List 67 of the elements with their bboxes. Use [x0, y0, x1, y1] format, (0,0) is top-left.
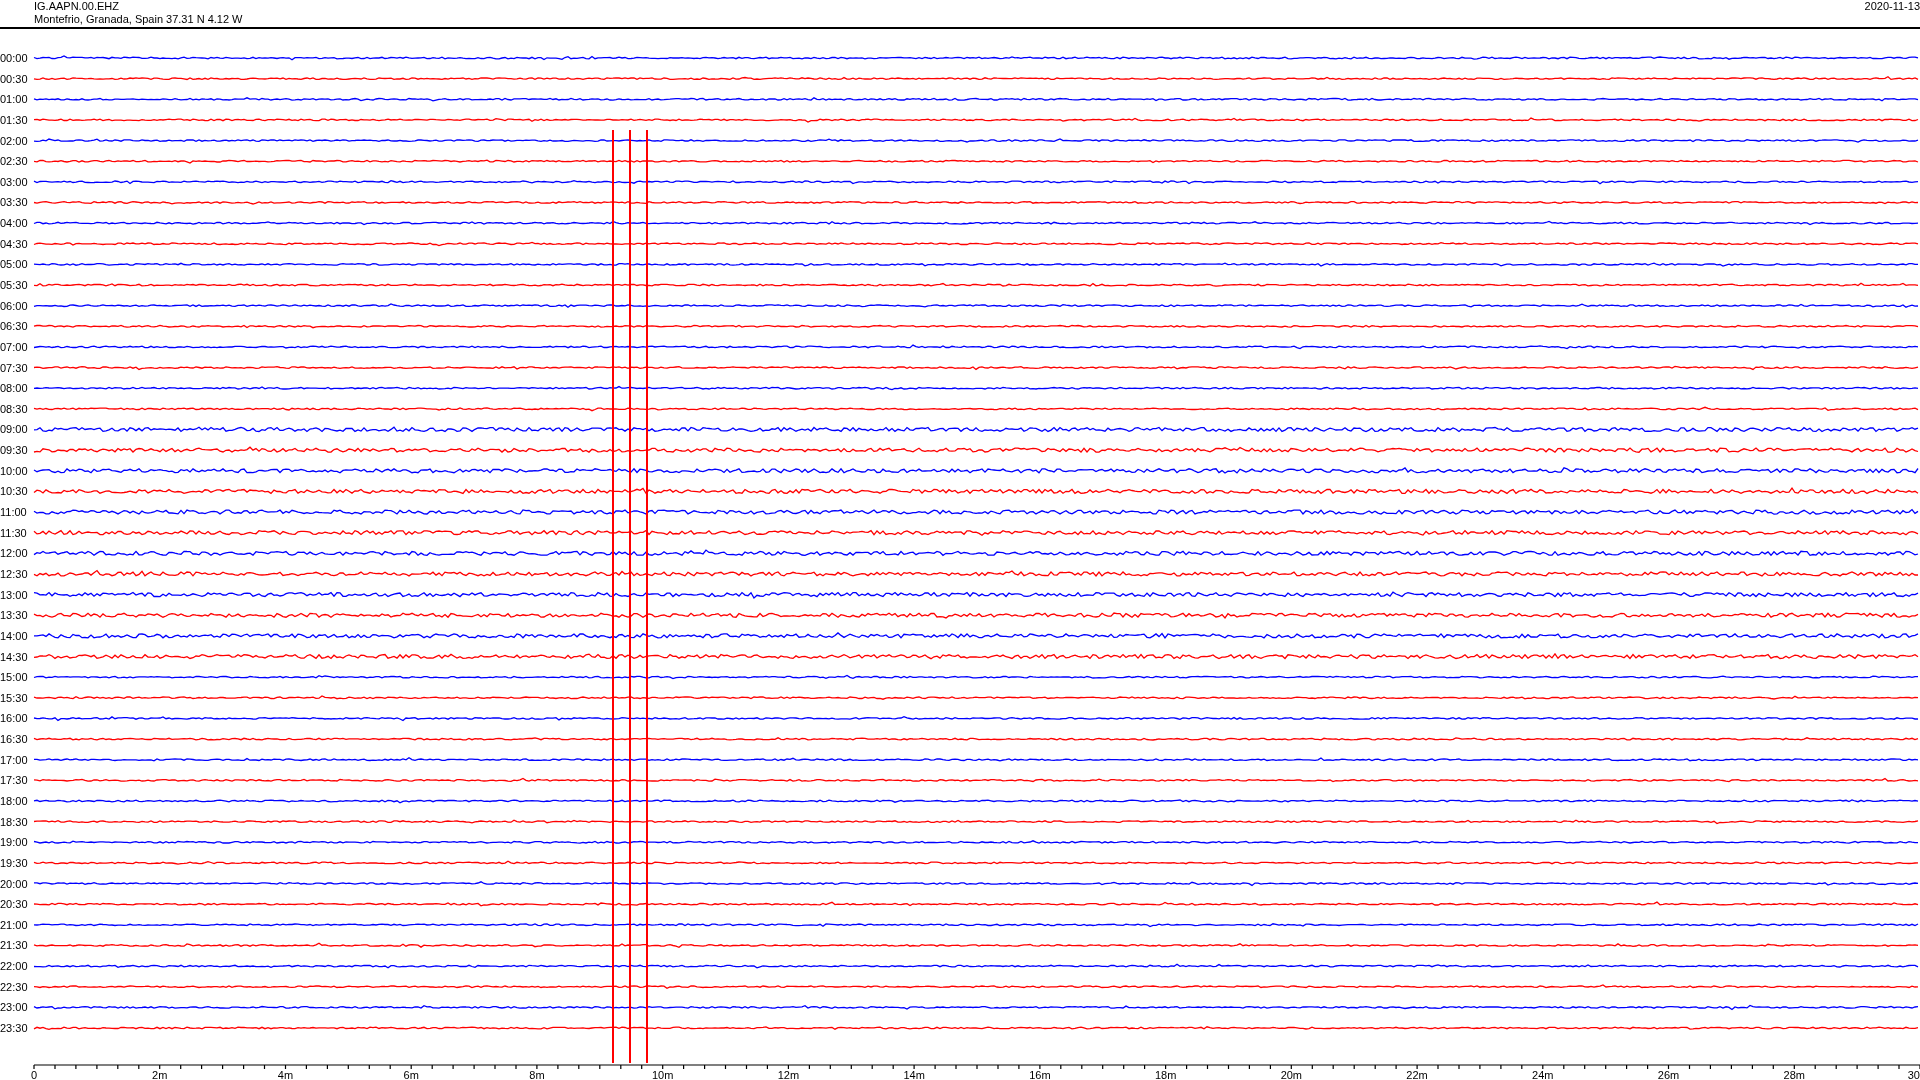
time-label: 02:00: [0, 134, 28, 147]
time-label: 11:30: [0, 526, 27, 539]
time-label: 12:00: [0, 547, 28, 560]
time-label: 14:30: [0, 650, 28, 663]
tick-label: 28m: [1783, 1069, 1805, 1080]
time-label: 07:30: [0, 361, 28, 374]
time-label: 17:00: [0, 753, 28, 766]
time-label: 15:00: [0, 671, 28, 684]
time-label: 20:00: [0, 877, 28, 890]
time-label: 01:00: [0, 93, 28, 106]
time-label: 00:00: [0, 52, 28, 64]
time-label: 18:30: [0, 815, 28, 828]
tick-label: 6m: [403, 1069, 419, 1080]
time-label: 10:30: [0, 485, 28, 498]
time-label: 22:30: [0, 980, 28, 993]
time-label: 01:30: [0, 113, 28, 126]
time-label: 03:00: [0, 175, 28, 188]
time-label: 09:30: [0, 444, 28, 457]
tick-label: 0: [30, 1069, 38, 1080]
tick-label: 18m: [1154, 1069, 1177, 1080]
time-label: 20:30: [0, 898, 28, 911]
time-label: 23:00: [0, 1001, 28, 1014]
time-label: 21:30: [0, 939, 28, 952]
time-label: 05:00: [0, 258, 28, 271]
time-label: 17:30: [0, 774, 28, 787]
time-label: 04:00: [0, 217, 28, 230]
date-label: 2020-11-13: [1864, 0, 1920, 14]
station-code: IG.AAPN.00.EHZ: [34, 0, 120, 13]
time-label: 08:30: [0, 402, 28, 415]
time-label: 02:30: [0, 155, 28, 168]
tick-label: 20m: [1280, 1069, 1303, 1080]
time-label: 06:00: [0, 299, 28, 312]
time-label: 05:30: [0, 279, 28, 291]
time-label: 21:00: [0, 918, 28, 931]
tick-label: 10m: [651, 1069, 674, 1080]
tick-label: 26m: [1657, 1069, 1680, 1080]
time-label: 23:30: [0, 1022, 28, 1034]
time-label: 19:30: [0, 856, 28, 869]
time-label: 12:30: [0, 567, 28, 580]
time-label: 03:30: [0, 196, 28, 209]
tick-label: 30: [1907, 1069, 1920, 1080]
time-label: 13:00: [0, 588, 28, 601]
tick-label: 22m: [1406, 1069, 1428, 1080]
time-label: 08:00: [0, 382, 28, 395]
tick-label: 24m: [1532, 1069, 1554, 1080]
time-label: 00:30: [0, 72, 28, 85]
time-label: 16:00: [0, 712, 28, 725]
station-location: Montefrio, Granada, Spain 37.31 N 4.12 W: [34, 13, 243, 26]
time-label: 10:00: [0, 464, 28, 477]
time-label: 19:00: [0, 836, 28, 849]
tick-label: 16m: [1029, 1069, 1051, 1080]
time-label: 07:00: [0, 340, 28, 353]
tick-label: 8m: [529, 1069, 545, 1080]
time-label: 11:00: [0, 506, 27, 519]
time-label: 04:30: [0, 237, 28, 250]
tick-label: 14m: [903, 1069, 925, 1080]
time-label: 06:30: [0, 320, 28, 333]
time-label: 22:00: [0, 960, 28, 973]
time-label: 09:00: [0, 423, 28, 436]
time-label: 15:30: [0, 691, 28, 704]
time-label: 14:00: [0, 629, 28, 642]
time-label: 13:30: [0, 609, 28, 622]
tick-label: 2m: [152, 1069, 168, 1080]
time-label: 18:00: [0, 795, 28, 807]
tick-label: 12m: [777, 1069, 800, 1080]
tick-label: 4m: [277, 1069, 294, 1080]
time-label: 16:30: [0, 733, 28, 746]
